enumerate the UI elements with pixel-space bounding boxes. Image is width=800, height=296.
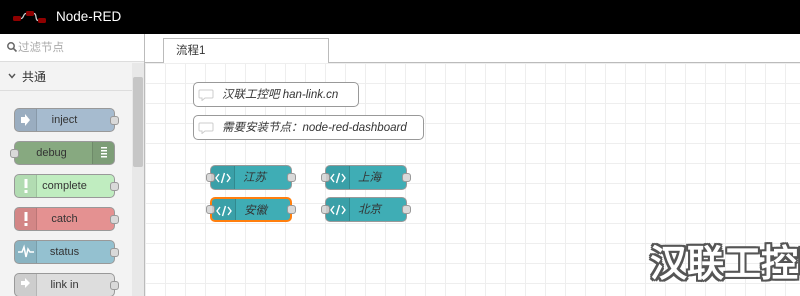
palette-node-catch[interactable]: catch xyxy=(14,207,119,231)
function-node-anhui[interactable]: 安徽 xyxy=(206,197,296,222)
output-port[interactable] xyxy=(110,182,119,191)
chevron-down-icon xyxy=(8,73,16,79)
output-port[interactable] xyxy=(402,173,411,182)
node-palette: 过滤节点 共通 inject debug complete catch stat… xyxy=(0,34,145,296)
palette-node-label: catch xyxy=(51,213,78,225)
palette-node-link-in[interactable]: link in xyxy=(14,273,119,296)
app-title: Node-RED xyxy=(56,9,122,24)
comment-text: 需要安装节点：node-red-dashboard xyxy=(222,122,407,134)
header-bar: Node-RED xyxy=(0,0,800,34)
palette-node-label: complete xyxy=(42,180,87,192)
pulse-icon xyxy=(15,241,37,263)
code-icon xyxy=(211,166,235,189)
output-port[interactable] xyxy=(287,205,296,214)
node-red-logo-icon xyxy=(13,11,46,23)
comment-icon xyxy=(198,122,214,134)
palette-search-input[interactable]: 过滤节点 xyxy=(0,34,144,62)
bars-icon xyxy=(92,142,114,164)
palette-node-label: link in xyxy=(50,279,79,291)
function-node-shanghai[interactable]: 上海 xyxy=(321,165,411,190)
function-node-label: 北京 xyxy=(358,204,381,216)
tab-label: 流程1 xyxy=(176,45,206,57)
palette-scrollbar[interactable] xyxy=(132,63,144,296)
exclamation-icon xyxy=(15,175,37,197)
comment-node[interactable]: 需要安装节点：node-red-dashboard xyxy=(193,115,424,140)
palette-node-label: debug xyxy=(36,147,67,159)
comment-text: 汉联工控吧 han-link.cn xyxy=(222,89,339,101)
code-icon xyxy=(326,198,350,221)
comment-icon xyxy=(198,89,214,101)
palette-node-label: inject xyxy=(51,114,78,126)
workspace-tab-bar: 流程1 xyxy=(145,34,800,64)
output-port[interactable] xyxy=(287,173,296,182)
output-port[interactable] xyxy=(402,205,411,214)
search-icon xyxy=(7,42,18,53)
function-node-beijing[interactable]: 北京 xyxy=(321,197,411,222)
palette-node-status[interactable]: status xyxy=(14,240,119,264)
function-node-label: 上海 xyxy=(358,172,381,184)
comment-node[interactable]: 汉联工控吧 han-link.cn xyxy=(193,82,359,107)
palette-node-inject[interactable]: inject xyxy=(14,108,119,132)
search-placeholder: 过滤节点 xyxy=(18,42,64,54)
palette-node-label: status xyxy=(49,246,80,258)
palette-scrollbar-thumb[interactable] xyxy=(133,77,143,167)
palette-category-label: 共通 xyxy=(22,70,47,84)
function-node-label: 安徽 xyxy=(244,205,267,217)
watermark-text: 汉联工控吧 xyxy=(650,242,800,285)
palette-node-complete[interactable]: complete xyxy=(14,174,119,198)
output-port[interactable] xyxy=(110,248,119,257)
link-in-icon xyxy=(15,274,37,296)
function-node-label: 江苏 xyxy=(243,172,266,184)
arrow-in-icon xyxy=(15,109,37,131)
output-port[interactable] xyxy=(110,116,119,125)
exclamation-icon xyxy=(15,208,37,230)
function-node-jiangsu[interactable]: 江苏 xyxy=(206,165,296,190)
output-port[interactable] xyxy=(110,281,119,290)
output-port[interactable] xyxy=(110,215,119,224)
code-icon xyxy=(326,166,350,189)
tab-flow-1[interactable]: 流程1 xyxy=(163,38,329,64)
palette-node-debug[interactable]: debug xyxy=(10,141,115,165)
palette-category-header[interactable]: 共通 xyxy=(0,62,132,91)
input-port[interactable] xyxy=(10,149,19,158)
code-icon xyxy=(212,199,236,220)
